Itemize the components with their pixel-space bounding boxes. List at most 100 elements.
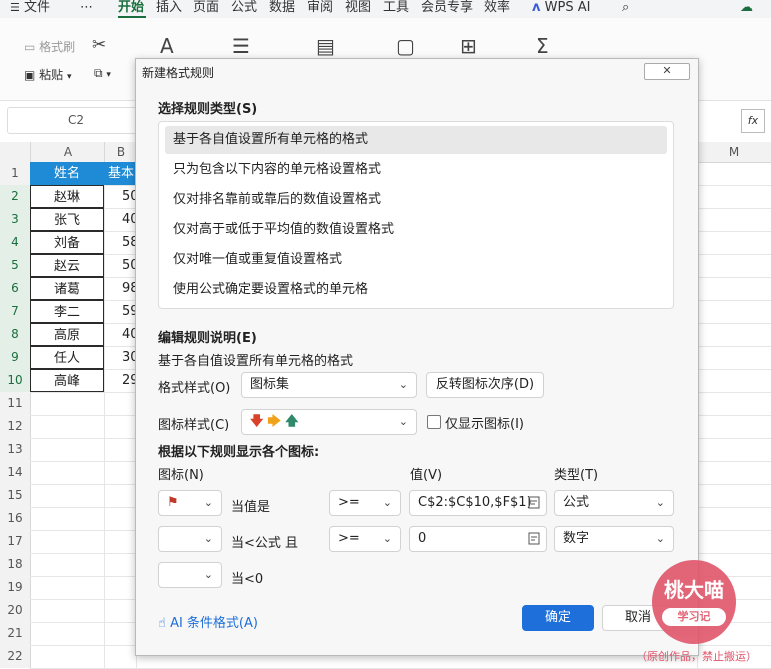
row-header[interactable]: 15 <box>0 484 31 507</box>
name-cell[interactable]: 赵云 <box>30 254 104 277</box>
row-header[interactable]: 21 <box>0 622 31 645</box>
tab-view[interactable]: 视图 <box>345 0 371 18</box>
row-header[interactable]: 10 <box>0 369 31 392</box>
range-picker-icon[interactable] <box>528 496 541 509</box>
fx-icon[interactable]: fx <box>741 109 765 133</box>
header-cell-name[interactable]: 姓名 <box>30 162 104 185</box>
rule-type-item[interactable]: 只为包含以下内容的单元格设置格式 <box>165 156 667 184</box>
paste-button[interactable]: ▣ 粘贴 ▾ <box>24 66 72 83</box>
tab-efficiency[interactable]: 效率 <box>484 0 510 18</box>
rule-type-item[interactable]: 基于各自值设置所有单元格的格式 <box>165 126 667 154</box>
rule-type-item[interactable]: 仅对唯一值或重复值设置格式 <box>165 246 667 274</box>
value-cell[interactable]: 40 <box>104 208 136 231</box>
column-header-b[interactable]: B <box>104 142 137 163</box>
range-picker-icon[interactable] <box>528 532 541 545</box>
icon-select-2[interactable]: ⌄ <box>158 526 222 552</box>
value-input-2[interactable]: 0 <box>409 526 547 552</box>
row-header[interactable]: 7 <box>0 300 31 323</box>
chevron-down-icon: ⌄ <box>382 496 392 509</box>
value-cell[interactable]: 98 <box>104 277 136 300</box>
format-painter-button[interactable]: ▭ 格式刷 <box>24 38 75 55</box>
row-header[interactable]: 3 <box>0 208 31 231</box>
operator-select-1[interactable]: >= ⌄ <box>329 490 401 516</box>
icon-style-select[interactable]: 🡇 🡆 🡅 ⌄ <box>241 409 417 435</box>
name-cell[interactable]: 任人 <box>30 346 104 369</box>
row-header[interactable]: 16 <box>0 507 31 530</box>
row-header[interactable]: 1 <box>0 162 31 185</box>
reverse-icon-order-button[interactable]: 反转图标次序(D) <box>426 372 544 398</box>
row-header[interactable]: 6 <box>0 277 31 300</box>
type-select-1[interactable]: 公式 ⌄ <box>554 490 674 516</box>
value-cell[interactable]: 30 <box>104 346 136 369</box>
search-icon[interactable]: ⌕ <box>622 0 629 18</box>
column-header-m[interactable]: M <box>697 142 771 163</box>
watermark-badge: 桃大喵 学习记 <box>652 560 736 644</box>
tab-tools[interactable]: 工具 <box>383 0 409 18</box>
column-header-a[interactable]: A <box>30 142 105 163</box>
more-menu[interactable]: ⋯ <box>80 0 93 18</box>
row-header[interactable]: 18 <box>0 553 31 576</box>
row-header[interactable]: 9 <box>0 346 31 369</box>
name-box[interactable]: C2 <box>7 107 145 134</box>
value-cell[interactable]: 29 <box>104 369 136 392</box>
number-format-icon[interactable]: ▤ <box>316 34 335 58</box>
row-header[interactable]: 17 <box>0 530 31 553</box>
ok-button[interactable]: 确定 <box>522 605 594 631</box>
value-cell[interactable]: 59 <box>104 300 136 323</box>
row-header[interactable]: 19 <box>0 576 31 599</box>
tab-review[interactable]: 审阅 <box>307 0 333 18</box>
file-menu[interactable]: ☰ 文件 <box>10 0 50 18</box>
row-header[interactable]: 4 <box>0 231 31 254</box>
name-cell[interactable]: 李二 <box>30 300 104 323</box>
tab-formula[interactable]: 公式 <box>231 0 257 18</box>
operator-select-2[interactable]: >= ⌄ <box>329 526 401 552</box>
chevron-down-icon: ⌄ <box>398 415 408 428</box>
edit-rule-desc-label: 编辑规则说明(E) <box>158 331 257 346</box>
value-cell[interactable]: 50 <box>104 254 136 277</box>
sum-icon[interactable]: Σ <box>536 34 549 58</box>
row-header[interactable]: 5 <box>0 254 31 277</box>
header-cell-basic[interactable]: 基本 <box>104 162 136 185</box>
name-cell[interactable]: 刘备 <box>30 231 104 254</box>
border-icon[interactable]: ▢ <box>396 34 415 58</box>
row-header[interactable]: 2 <box>0 185 31 208</box>
value-cell[interactable]: 50 <box>104 185 136 208</box>
row-header[interactable]: 14 <box>0 461 31 484</box>
cloud-sync-icon[interactable]: ☁ <box>740 0 753 18</box>
copy-button[interactable]: ⧉ ▾ <box>94 66 111 81</box>
name-cell[interactable]: 高峰 <box>30 369 104 392</box>
name-cell[interactable]: 张飞 <box>30 208 104 231</box>
ai-conditional-format-link[interactable]: ☝ AI 条件格式(A) <box>158 612 258 631</box>
name-cell[interactable]: 诸葛 <box>30 277 104 300</box>
select-all-corner[interactable] <box>0 142 30 163</box>
tab-insert[interactable]: 插入 <box>156 0 182 18</box>
cut-icon[interactable]: ✂ <box>92 35 106 55</box>
rule-type-item[interactable]: 仅对排名靠前或靠后的数值设置格式 <box>165 186 667 214</box>
name-cell[interactable]: 赵琳 <box>30 185 104 208</box>
rule-type-item[interactable]: 使用公式确定要设置格式的单元格 <box>165 276 667 304</box>
row-header[interactable]: 22 <box>0 645 31 668</box>
value-cell[interactable]: 58 <box>104 231 136 254</box>
name-cell[interactable]: 高原 <box>30 323 104 346</box>
icon-select-3[interactable]: ⌄ <box>158 562 222 588</box>
rule-type-item[interactable]: 仅对高于或低于平均值的数值设置格式 <box>165 216 667 244</box>
row-header[interactable]: 12 <box>0 415 31 438</box>
row-header[interactable]: 8 <box>0 323 31 346</box>
icon-select-1[interactable]: ⚑ ⌄ <box>158 490 222 516</box>
wps-ai-tab[interactable]: ʌ WPS AI <box>532 0 590 18</box>
align-icon[interactable]: ☰ <box>232 34 250 58</box>
show-icon-only-checkbox[interactable] <box>427 415 441 429</box>
close-icon[interactable]: ✕ <box>644 63 690 80</box>
row-header[interactable]: 13 <box>0 438 31 461</box>
tab-data[interactable]: 数据 <box>269 0 295 18</box>
format-style-select[interactable]: 图标集 ⌄ <box>241 372 417 398</box>
value-cell[interactable]: 40 <box>104 323 136 346</box>
row-header[interactable]: 20 <box>0 599 31 622</box>
tab-member[interactable]: 会员专享 <box>421 0 473 18</box>
type-select-2[interactable]: 数字 ⌄ <box>554 526 674 552</box>
value-input-1[interactable]: C$2:$C$10,$F$1) <box>409 490 547 516</box>
table-style-icon[interactable]: ⊞ <box>460 34 477 58</box>
row-header[interactable]: 11 <box>0 392 31 415</box>
font-icon[interactable]: A <box>160 34 174 58</box>
tab-page[interactable]: 页面 <box>193 0 219 18</box>
